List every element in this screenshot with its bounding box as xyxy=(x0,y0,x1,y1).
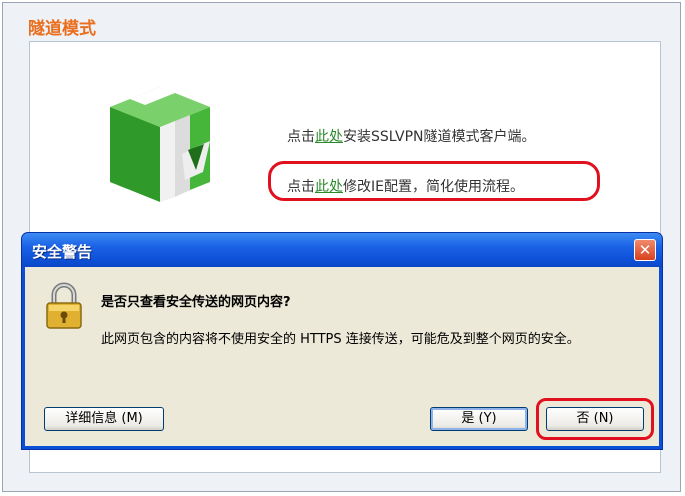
yes-button[interactable]: 是 (Y) xyxy=(430,407,528,431)
dialog-question: 是否只查看安全传送的网页内容? xyxy=(101,295,291,310)
dialog-title: 安全警告 xyxy=(32,243,93,261)
line1-prefix: 点击 xyxy=(287,129,315,145)
install-client-line: 点击此处安装SSLVPN隧道模式客户端。 xyxy=(287,126,536,146)
highlight-rect xyxy=(536,398,654,440)
highlight-oval xyxy=(268,161,600,201)
dialog-titlebar: 安全警告 ✕ xyxy=(22,233,662,267)
padlock-icon xyxy=(46,282,82,329)
green-box-download-icon xyxy=(110,79,210,202)
install-client-link[interactable]: 此处 xyxy=(315,129,343,145)
line1-suffix: 安装SSLVPN隧道模式客户端。 xyxy=(343,129,536,145)
details-button[interactable]: 详细信息 (M) xyxy=(44,407,164,431)
close-icon[interactable]: ✕ xyxy=(634,239,656,261)
dialog-message: 此网页包含的内容将不使用安全的 HTTPS 连接传送，可能危及到整个网页的安全。 xyxy=(101,332,580,347)
section-title: 隧道模式 xyxy=(28,19,96,39)
